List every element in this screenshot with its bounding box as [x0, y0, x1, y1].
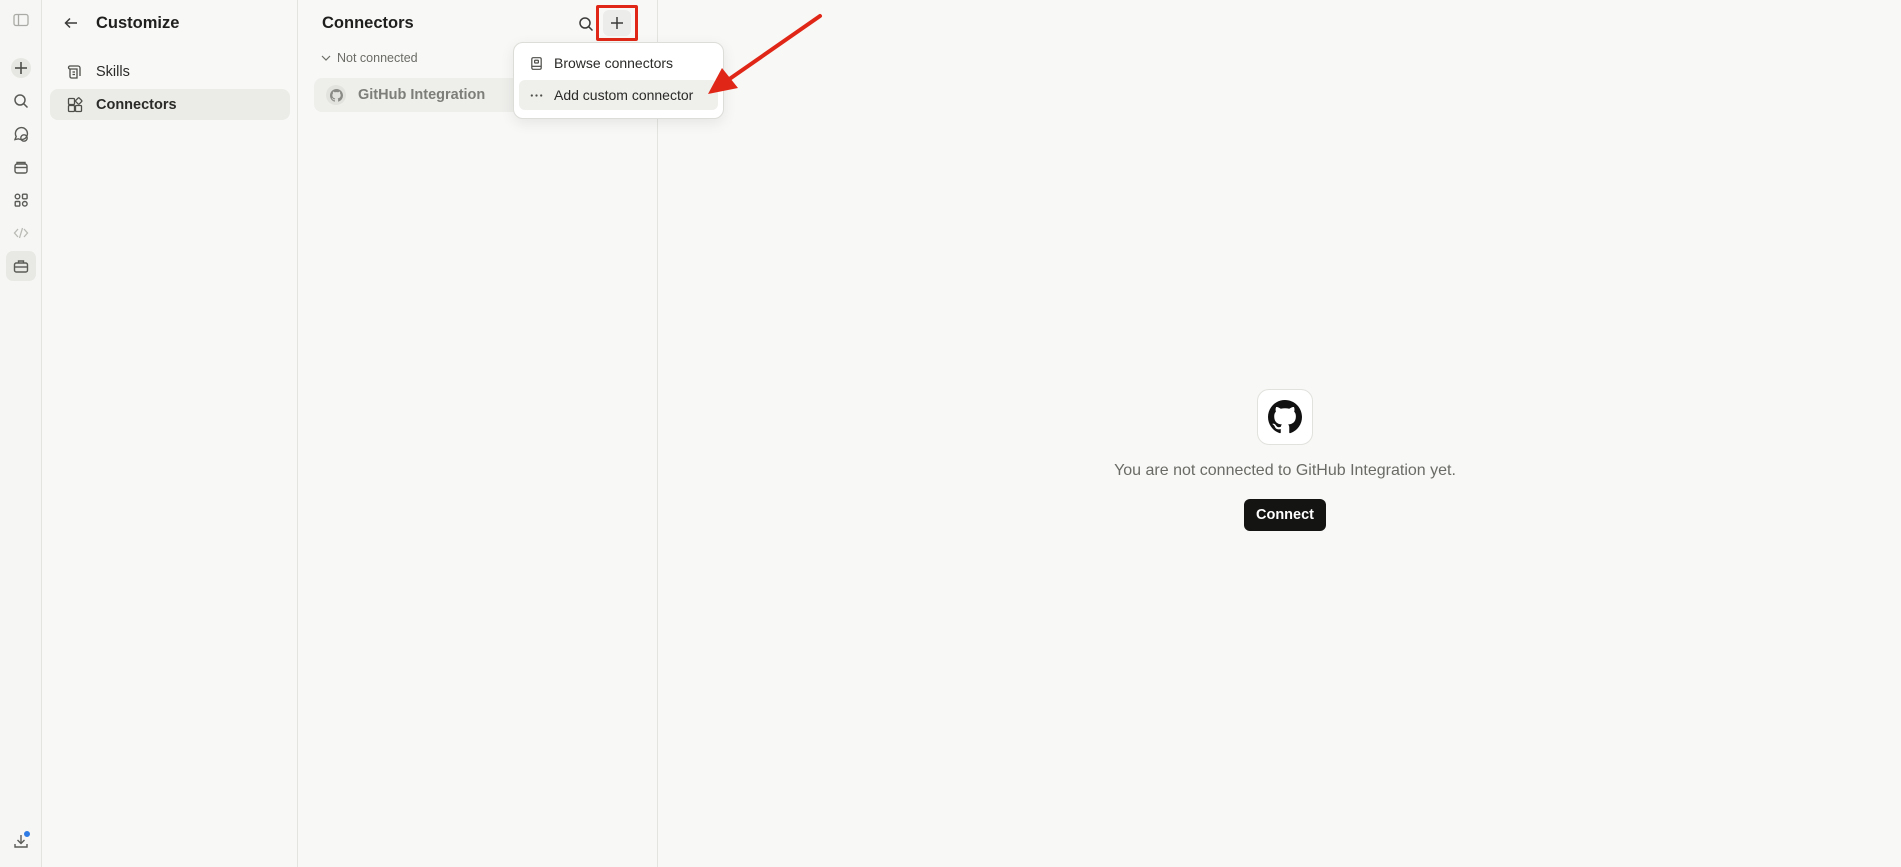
empty-state-message: You are not connected to GitHub Integrat…	[1114, 462, 1456, 479]
customize-header: Customize	[60, 10, 179, 36]
search-icon[interactable]	[574, 12, 598, 36]
connector-label: GitHub Integration	[358, 87, 486, 103]
skills-icon	[67, 64, 81, 79]
github-logo-tile	[1257, 389, 1313, 445]
nav-item-connectors[interactable]: Connectors	[50, 89, 290, 120]
back-arrow-icon[interactable]	[60, 12, 82, 34]
github-icon	[326, 85, 346, 105]
download-icon[interactable]	[6, 826, 36, 856]
add-connector-button[interactable]	[596, 5, 638, 41]
search-icon[interactable]	[6, 86, 36, 116]
group-toggle[interactable]: Not connected	[320, 51, 418, 65]
connect-button[interactable]: Connect	[1244, 499, 1326, 531]
plus-icon	[603, 10, 631, 36]
connectors-icon	[67, 96, 83, 112]
projects-icon[interactable]	[6, 152, 36, 182]
new-chat-button[interactable]	[6, 53, 36, 83]
connector-detail-pane: You are not connected to GitHub Integrat…	[658, 0, 1901, 867]
customize-sidebar: Customize Skills Connectors	[42, 0, 298, 867]
nav-item-skills[interactable]: Skills	[50, 56, 290, 87]
nav-item-label: Connectors	[96, 96, 177, 113]
icon-rail	[0, 0, 42, 867]
connectors-title: Connectors	[322, 14, 414, 32]
notification-dot	[23, 830, 31, 838]
github-icon	[1268, 400, 1302, 434]
code-icon[interactable]	[6, 218, 36, 248]
sidebar-toggle-icon[interactable]	[6, 5, 36, 35]
more-horizontal-icon	[530, 93, 543, 97]
book-icon	[531, 56, 542, 70]
connectors-panel: Connectors Not connected GitHub Integrat…	[298, 0, 658, 867]
toolbox-icon[interactable]	[6, 251, 36, 281]
chat-icon[interactable]	[6, 119, 36, 149]
chevron-down-icon	[321, 55, 331, 61]
customize-title: Customize	[96, 13, 180, 32]
group-label: Not connected	[337, 51, 418, 65]
nav-item-label: Skills	[96, 63, 130, 80]
artifacts-icon[interactable]	[6, 185, 36, 215]
menu-item-label: Browse connectors	[554, 55, 674, 71]
plus-icon	[11, 58, 31, 78]
